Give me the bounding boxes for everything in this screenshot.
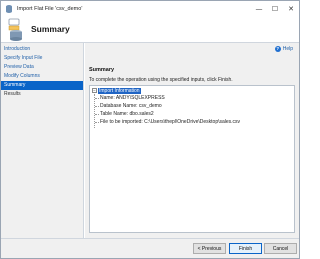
finish-button[interactable]: Finish <box>229 243 262 254</box>
tree-connector <box>95 122 99 123</box>
sidebar-item-summary[interactable]: Summary <box>1 81 83 90</box>
cancel-button[interactable]: Cancel <box>264 243 297 254</box>
wizard-footer: < Previous Finish Cancel <box>1 238 299 258</box>
sidebar-item-modify-columns[interactable]: Modify Columns <box>1 72 83 81</box>
step-list: Introduction Specify Input File Preview … <box>1 43 83 99</box>
wizard-sidebar: Introduction Specify Input File Preview … <box>1 43 84 238</box>
window-title: Import Flat File 'csv_demo' <box>17 5 83 12</box>
window-controls: — ☐ ✕ <box>251 1 299 16</box>
tree-item-server-name: Name: ANDY\SQLEXPRESS <box>100 95 165 101</box>
wizard-header: Summary <box>1 16 299 42</box>
sidebar-item-introduction[interactable]: Introduction <box>1 45 83 54</box>
minimize-button[interactable]: — <box>251 1 267 16</box>
tree-connector <box>95 98 99 99</box>
section-title: Summary <box>89 67 115 73</box>
tree-connector <box>95 114 99 115</box>
page-title: Summary <box>31 24 70 34</box>
main-panel: ? Help Summary To complete the operation… <box>85 43 299 238</box>
import-flat-file-window: Import Flat File 'csv_demo' — ☐ ✕ Summar… <box>0 0 300 259</box>
previous-button[interactable]: < Previous <box>193 243 226 254</box>
help-link[interactable]: ? Help <box>274 46 293 52</box>
help-icon: ? <box>274 46 281 52</box>
tree-root[interactable]: − Import Information <box>92 87 141 94</box>
instruction-text: To complete the operation using the spec… <box>89 77 233 83</box>
database-import-icon <box>8 18 22 41</box>
tree-connector <box>95 106 99 107</box>
database-icon <box>5 4 13 13</box>
tree-root-label[interactable]: Import Information <box>98 87 141 94</box>
title-bar[interactable]: Import Flat File 'csv_demo' — ☐ ✕ <box>1 1 299 16</box>
sidebar-item-preview-data[interactable]: Preview Data <box>1 63 83 72</box>
sidebar-item-specify-input-file[interactable]: Specify Input File <box>1 54 83 63</box>
close-button[interactable]: ✕ <box>283 1 299 16</box>
collapse-toggle-icon[interactable]: − <box>92 88 97 93</box>
tree-item-database-name: Database Name: csv_demo <box>100 103 162 109</box>
tree-item-file-path: File to be imported: C:\Users\thepl\OneD… <box>100 119 241 125</box>
summary-tree[interactable]: − Import Information Name: ANDY\SQLEXPRE… <box>89 85 295 233</box>
maximize-button[interactable]: ☐ <box>267 1 283 16</box>
help-label: Help <box>282 46 293 52</box>
sidebar-item-results: Results <box>4 91 21 97</box>
tree-item-table-name: Table Name: dbo.sales2 <box>100 111 154 117</box>
